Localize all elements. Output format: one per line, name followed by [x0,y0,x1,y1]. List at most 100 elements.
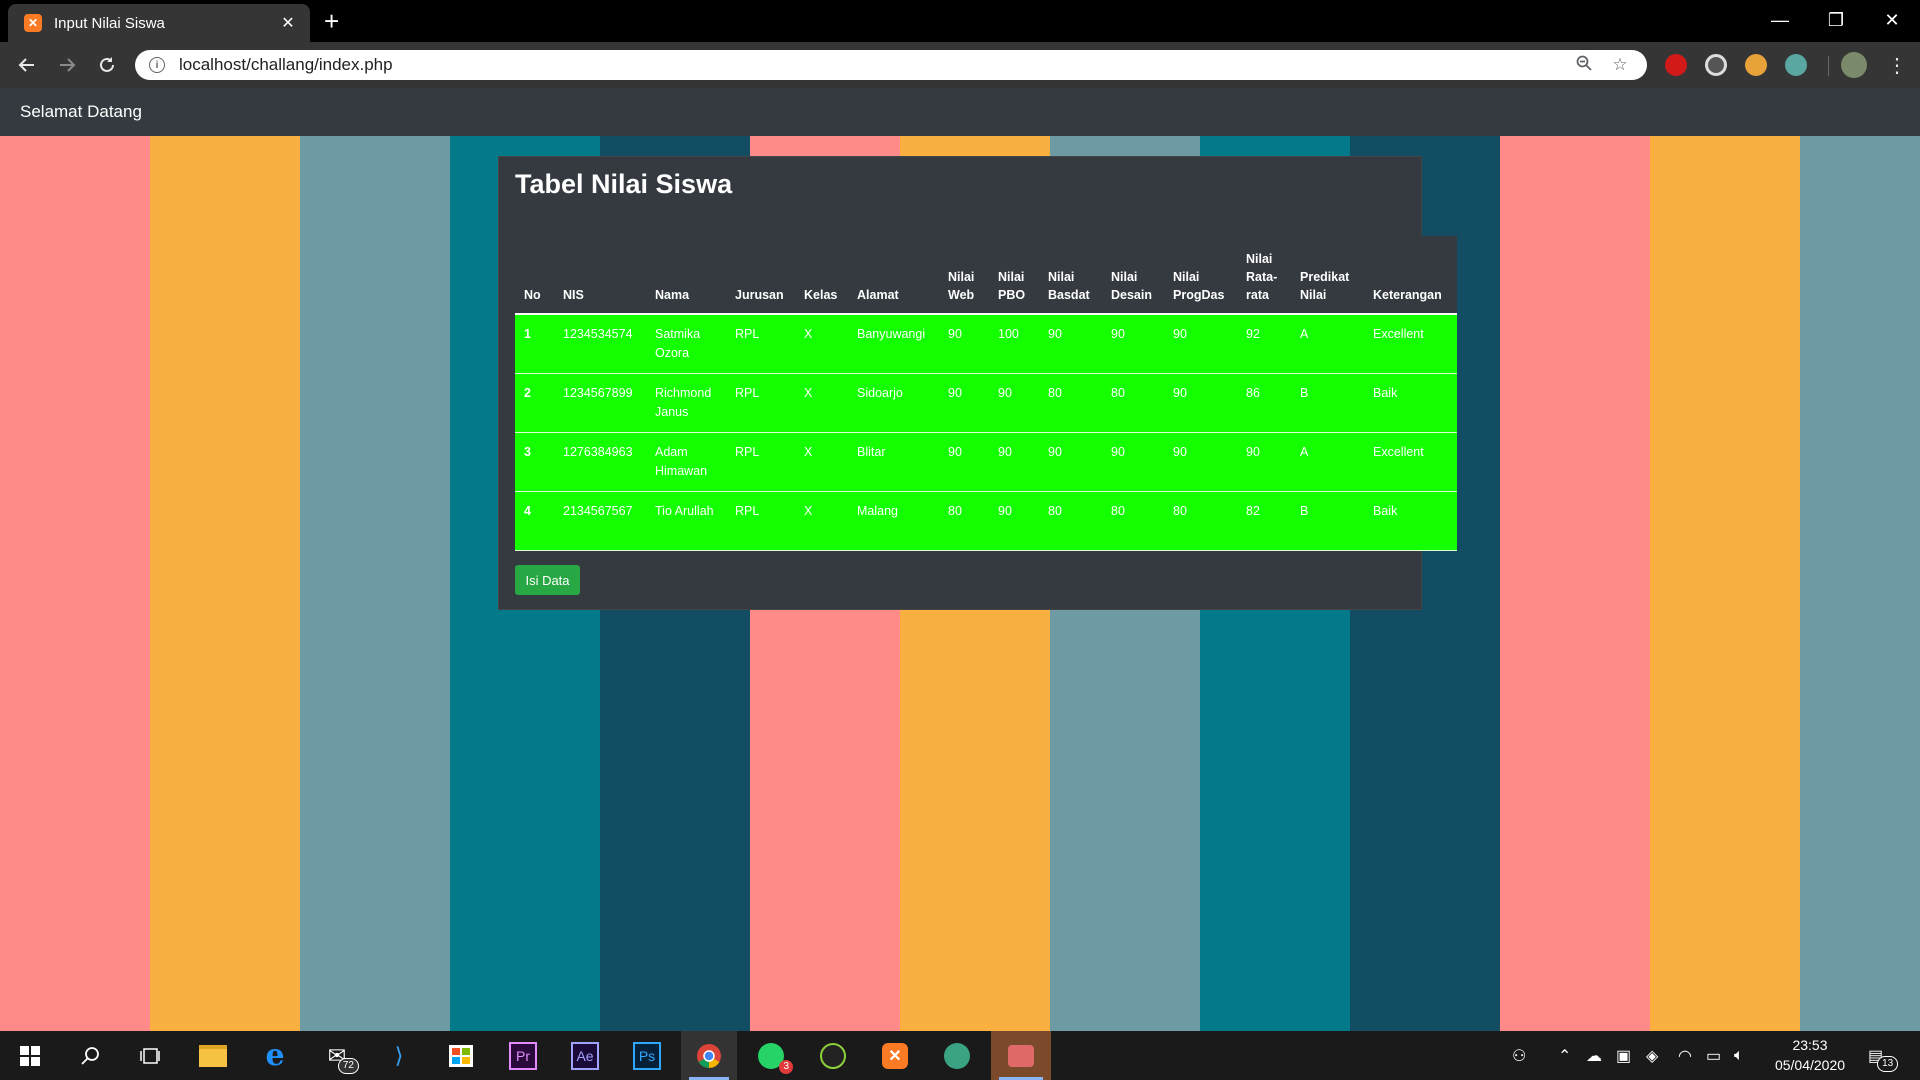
browser-toolbar: i localhost/challang/index.php ☆ ⋮ [0,42,1920,88]
table-cell: Tio Arullah [646,491,726,551]
premiere-icon[interactable]: Pr [495,1031,551,1080]
minimize-button[interactable]: — [1752,0,1808,40]
forward-button[interactable] [52,50,82,80]
photoshop-icon[interactable]: Ps [619,1031,675,1080]
table-cell: Baik [1364,373,1457,433]
vscode-icon[interactable]: ⟩ [371,1031,427,1080]
table-body: 1 1234534574 Satmika Ozora RPL X Banyuwangi 90… [515,314,1457,551]
table-row: 4 2134567567 Tio Arullah RPL X Malang 80 90 80 80… [515,491,1457,551]
close-window-button[interactable]: ✕ [1864,0,1920,40]
atom-app-icon[interactable] [929,1031,985,1080]
background-stripe [150,136,300,1031]
table-cell: 80 [1039,373,1102,433]
table-cell: 90 [1039,432,1102,492]
bookmark-star-icon[interactable]: ☆ [1607,55,1633,75]
battery-icon[interactable]: ▭ [1706,1031,1721,1080]
windows-start-icon[interactable] [2,1031,58,1080]
forward-arrow-icon [60,58,76,72]
background-stripe [300,136,450,1031]
extension-icon-3[interactable] [1745,54,1767,76]
table-cell: 86 [1237,373,1291,433]
dropbox-icon[interactable]: ◈ [1646,1031,1658,1080]
mail-badge: 72 [337,1058,359,1074]
table-cell: X [795,373,848,433]
recorder-app-icon[interactable] [991,1031,1051,1080]
table-cell: 2 [515,373,554,433]
back-button[interactable] [12,50,42,80]
table-cell: 90 [1102,432,1164,492]
table-cell: 90 [939,373,989,433]
table-cell: Adam Himawan [646,432,726,492]
header-predikat-nilai: Predikat Nilai [1291,236,1364,315]
extension-icon-2[interactable] [1705,54,1727,76]
table-cell: 90 [1102,314,1164,374]
table-cell: RPL [726,373,795,433]
table-row: 2 1234567899 Richmond Janus RPL X Sidoarjo 90 9… [515,373,1457,433]
table-cell: Excellent [1364,314,1457,374]
table-cell: Excellent [1364,432,1457,492]
address-bar[interactable]: i localhost/challang/index.php ☆ [135,50,1647,80]
table-cell: 80 [1164,491,1237,551]
taskbar-clock[interactable]: 23:53 05/04/2020 [1755,1035,1865,1075]
table-cell: 90 [989,432,1039,492]
chrome-menu-icon[interactable]: ⋮ [1882,50,1912,80]
table-cell: 92 [1237,314,1291,374]
wifi-icon[interactable]: ◠ [1678,1031,1692,1080]
restore-button[interactable]: ❐ [1808,0,1864,40]
reload-button[interactable] [92,50,122,80]
table-header-row: No NIS Nama Jurusan Kelas Alamat Nilai W… [515,236,1457,315]
table-cell: 100 [989,314,1039,374]
search-icon[interactable] [62,1031,118,1080]
background-stripe [1500,136,1650,1031]
isi-data-button[interactable]: Isi Data [515,565,580,595]
zoom-icon[interactable] [1571,54,1597,77]
navbar-brand[interactable]: Selamat Datang [20,102,142,122]
url-text[interactable]: localhost/challang/index.php [179,55,1561,75]
table-cell: 90 [989,491,1039,551]
table-cell: X [795,432,848,492]
table-cell: Banyuwangi [848,314,939,374]
table-cell: Satmika Ozora [646,314,726,374]
app-icon-green[interactable] [805,1031,861,1080]
chrome-icon[interactable] [681,1031,737,1080]
table-cell: 90 [1039,314,1102,374]
notification-center-icon[interactable]: ▤ 13 [1868,1031,1899,1080]
task-view-icon[interactable] [122,1031,178,1080]
people-icon[interactable]: ⚇ [1512,1031,1526,1080]
toolbar-divider [1828,56,1829,76]
header-keterangan: Keterangan [1364,236,1457,315]
reload-icon [100,57,114,72]
table-cell: X [795,314,848,374]
header-nilai-pbo: Nilai PBO [989,236,1039,315]
table-cell: Malang [848,491,939,551]
extension-icon-4[interactable] [1785,54,1807,76]
header-nama: Nama [646,236,726,315]
tab-active[interactable]: ✕ Input Nilai Siswa ✕ [8,4,310,42]
after-effects-icon[interactable]: Ae [557,1031,613,1080]
header-alamat: Alamat [848,236,939,315]
windows-taskbar: e ✉ 72 ⟩ Pr Ae Ps 3 ✕ ⚇ ⌃ ☁ ▣ ◈ ◠ ▭ 🔈︎ 23… [0,1031,1920,1080]
whatsapp-icon[interactable]: 3 [743,1031,799,1080]
table-cell: RPL [726,491,795,551]
table-cell: 82 [1237,491,1291,551]
onedrive-icon[interactable]: ☁ [1586,1031,1602,1080]
profile-avatar[interactable] [1841,52,1867,78]
table-cell: 1234567899 [554,373,646,433]
file-explorer-icon[interactable] [185,1031,241,1080]
adblock-extension-icon[interactable] [1665,54,1687,76]
tab-close-icon[interactable]: ✕ [278,13,298,33]
tray-chevron-icon[interactable]: ⌃ [1558,1031,1571,1080]
store-icon[interactable] [433,1031,489,1080]
table-cell: X [795,491,848,551]
site-info-icon[interactable]: i [149,57,165,73]
background-stripe [0,136,150,1031]
table-cell: 90 [939,432,989,492]
volume-icon[interactable]: 🔈︎ [1734,1031,1744,1080]
mail-icon[interactable]: ✉ 72 [309,1031,365,1080]
notification-badge: 13 [1877,1055,1899,1072]
edge-browser-icon[interactable]: e [247,1031,303,1080]
tray-app-icon[interactable]: ▣ [1616,1031,1631,1080]
new-tab-button[interactable]: + [324,6,339,36]
page-navbar: Selamat Datang [0,88,1920,136]
xampp-icon[interactable]: ✕ [867,1031,923,1080]
